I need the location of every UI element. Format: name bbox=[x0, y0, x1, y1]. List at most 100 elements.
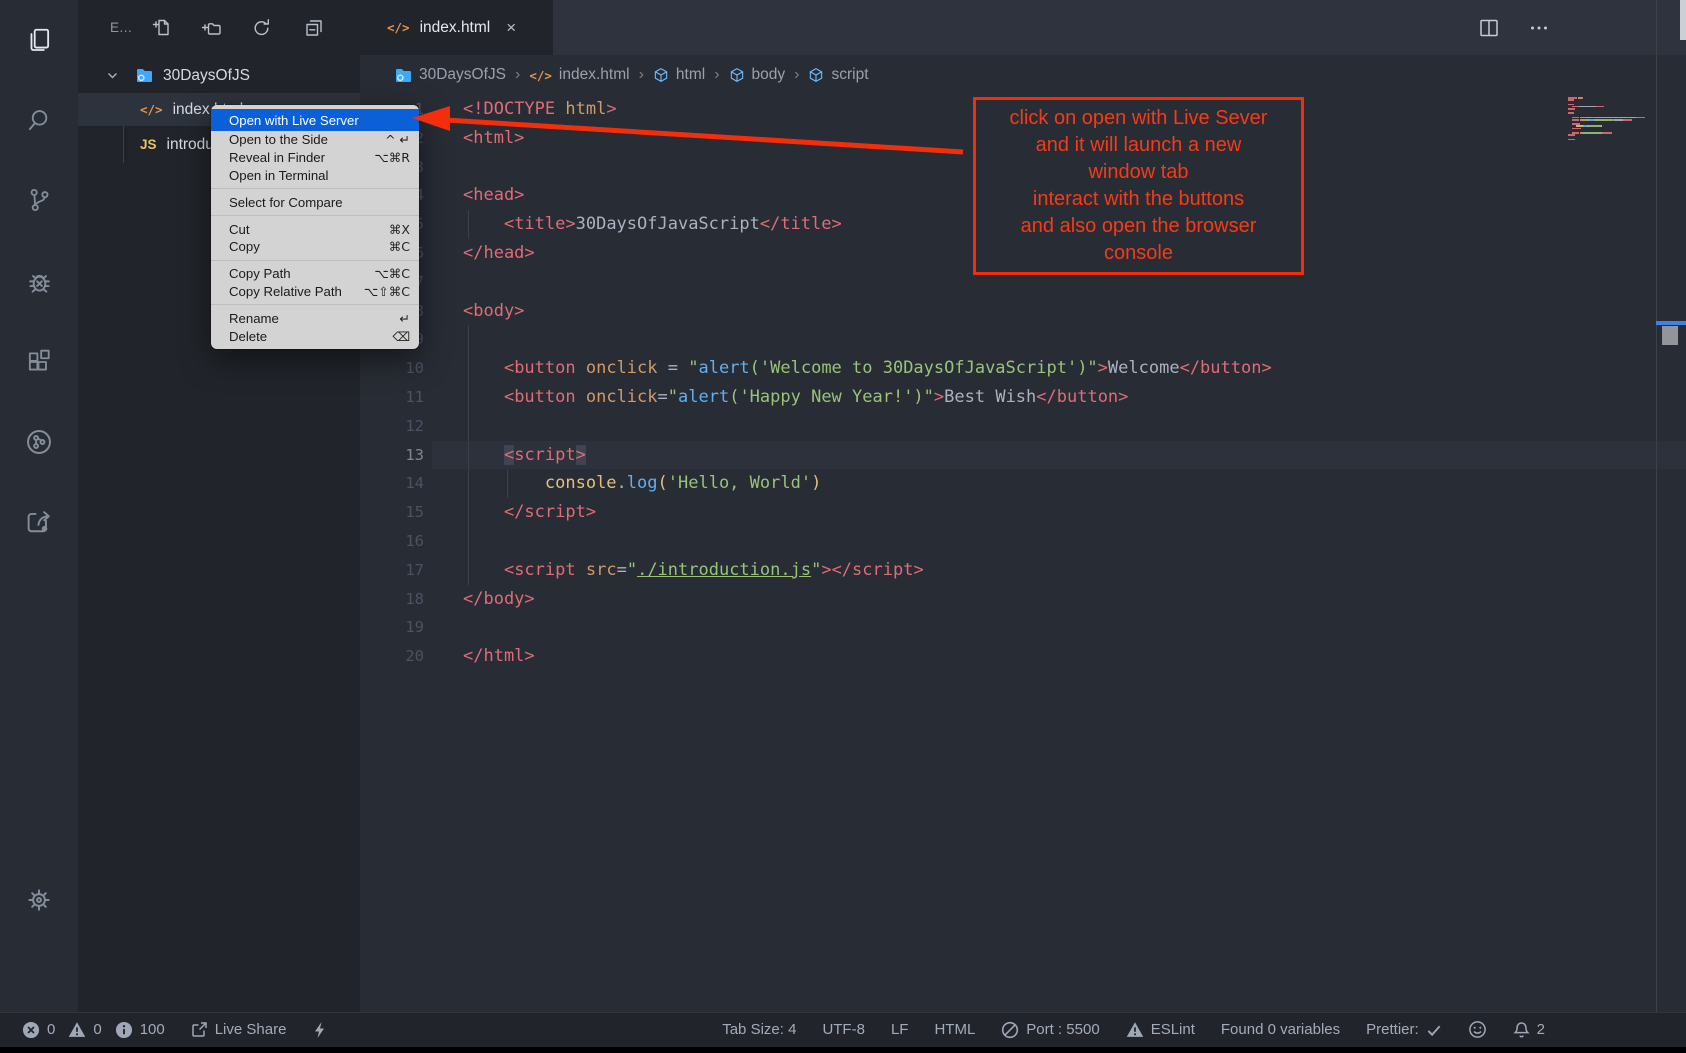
indent-guide bbox=[468, 210, 469, 239]
menu-item-delete[interactable]: Delete⌫ bbox=[211, 327, 419, 345]
live-share-status[interactable]: Live Share bbox=[191, 1021, 287, 1038]
indent-guide bbox=[507, 469, 508, 498]
annotation-line: console bbox=[976, 240, 1301, 267]
js-icon: JS bbox=[140, 137, 157, 152]
code-line: 18</body> bbox=[360, 585, 1656, 614]
activity-bar bbox=[0, 0, 78, 1012]
code-line: 17 <script src="./introduction.js"></scr… bbox=[360, 556, 1656, 585]
code-line: 9 bbox=[360, 325, 1656, 354]
code-line: 12 bbox=[360, 412, 1656, 441]
breadcrumb-separator: › bbox=[714, 66, 719, 84]
symbol-cube-icon bbox=[729, 67, 745, 83]
code-line: 14 console.log('Hello, World') bbox=[360, 469, 1656, 498]
extensions-icon[interactable] bbox=[22, 345, 56, 379]
split-editor-icon[interactable] bbox=[1478, 17, 1500, 39]
tab-size-status[interactable]: Tab Size: 4 bbox=[722, 1021, 796, 1038]
breadcrumb-label: index.html bbox=[559, 66, 630, 84]
vscode-window: { "colors": { "editor_bg": "#282c34", "s… bbox=[0, 0, 1686, 1053]
refresh-icon[interactable] bbox=[248, 14, 274, 40]
folder-row-30daysofjs[interactable]: 30DaysOfJS bbox=[78, 59, 360, 92]
port-status[interactable]: Port : 5500 bbox=[1001, 1021, 1099, 1039]
code-line: 11 <button onclick="alert('Happy New Yea… bbox=[360, 383, 1656, 412]
lightning-icon bbox=[312, 1021, 327, 1039]
menu-item-rename[interactable]: Rename↵ bbox=[211, 309, 419, 327]
search-icon[interactable] bbox=[22, 103, 56, 137]
code-line: 13 <script> bbox=[360, 441, 1656, 470]
breadcrumb-body[interactable]: body bbox=[729, 66, 786, 84]
circle-slash-icon bbox=[1001, 1021, 1019, 1039]
run-debug-icon[interactable] bbox=[22, 265, 56, 299]
menu-separator bbox=[211, 215, 419, 216]
folder-icon bbox=[136, 68, 153, 83]
error-icon bbox=[22, 1021, 40, 1039]
explorer-header: E... bbox=[78, 0, 360, 55]
publish-icon[interactable] bbox=[22, 505, 56, 539]
tab-bar: </> index.html × bbox=[360, 0, 1686, 55]
minimap-line bbox=[1568, 139, 1656, 141]
scrollbar-thumb[interactable] bbox=[1662, 326, 1678, 345]
breadcrumb-separator: › bbox=[639, 66, 644, 84]
encoding-status[interactable]: UTF-8 bbox=[822, 1021, 865, 1038]
smiley-icon bbox=[1468, 1020, 1487, 1039]
menu-item-copy[interactable]: Copy⌘C bbox=[211, 238, 419, 256]
breadcrumb-file[interactable]: </> index.html bbox=[529, 66, 629, 84]
chevron-down-icon bbox=[106, 69, 119, 82]
live-share-icon[interactable] bbox=[22, 425, 56, 459]
new-file-icon[interactable] bbox=[148, 14, 174, 40]
info-count: 100 bbox=[140, 1021, 165, 1038]
menu-item-copy-relative-path[interactable]: Copy Relative Path⌥⇧⌘C bbox=[211, 283, 419, 301]
breadcrumb-html[interactable]: html bbox=[653, 66, 705, 84]
window-bottom-edge bbox=[0, 1047, 1686, 1053]
menu-item-reveal-in-finder[interactable]: Reveal in Finder⌥⌘R bbox=[211, 149, 419, 167]
menu-item-open-in-terminal[interactable]: Open in Terminal bbox=[211, 167, 419, 185]
code-line: 8<body> bbox=[360, 297, 1656, 326]
feedback-status[interactable] bbox=[1468, 1020, 1487, 1039]
breadcrumb-label: 30DaysOfJS bbox=[419, 66, 506, 84]
context-menu: Open with Live Server Open to the Side^ … bbox=[211, 105, 419, 349]
menu-item-open-with-live-server[interactable]: Open with Live Server bbox=[211, 109, 419, 131]
variables-status[interactable]: Found 0 variables bbox=[1221, 1021, 1340, 1038]
settings-gear-icon[interactable] bbox=[22, 883, 56, 917]
eslint-status[interactable]: ESLint bbox=[1126, 1021, 1195, 1039]
menu-item-select-for-compare[interactable]: Select for Compare bbox=[211, 193, 419, 211]
code-line: 16 bbox=[360, 527, 1656, 556]
symbol-cube-icon bbox=[653, 67, 669, 83]
problems-status[interactable]: 0 0 100 bbox=[22, 1021, 165, 1039]
annotation-line: click on open with Live Sever bbox=[976, 105, 1301, 132]
info-icon bbox=[115, 1021, 133, 1039]
status-bar: 0 0 100 Live Share Tab Size: 4 UTF-8 LF … bbox=[0, 1012, 1686, 1053]
source-control-icon[interactable] bbox=[22, 183, 56, 217]
warning-icon bbox=[68, 1021, 86, 1039]
menu-item-cut[interactable]: Cut⌘X bbox=[211, 220, 419, 238]
breadcrumb-folder[interactable]: 30DaysOfJS bbox=[395, 66, 506, 84]
new-folder-icon[interactable] bbox=[198, 14, 224, 40]
scrollbar-artifact bbox=[1680, 0, 1686, 40]
breadcrumb-script[interactable]: script bbox=[808, 66, 868, 84]
lightning-status[interactable] bbox=[312, 1021, 327, 1039]
notifications-status[interactable]: 2 bbox=[1513, 1021, 1545, 1039]
more-actions-icon[interactable] bbox=[1528, 17, 1550, 39]
breadcrumbs: 30DaysOfJS › </> index.html › html › bod… bbox=[360, 55, 1686, 95]
menu-item-open-to-the-side[interactable]: Open to the Side^ ↵ bbox=[211, 131, 419, 149]
folder-icon bbox=[395, 68, 412, 83]
editor-actions bbox=[1478, 0, 1550, 55]
overview-ruler-cursor-marker bbox=[1656, 321, 1686, 325]
minimap[interactable] bbox=[1568, 97, 1656, 141]
tab-index-html[interactable]: </> index.html × bbox=[360, 0, 553, 55]
menu-separator bbox=[211, 188, 419, 189]
overview-ruler bbox=[1656, 0, 1657, 1012]
code-line: 20</html> bbox=[360, 642, 1656, 671]
close-icon[interactable]: × bbox=[506, 18, 516, 38]
html-code-icon: </> bbox=[140, 102, 163, 117]
menu-item-copy-path[interactable]: Copy Path⌥⌘C bbox=[211, 265, 419, 283]
eol-status[interactable]: LF bbox=[891, 1021, 909, 1038]
code-line: 19 bbox=[360, 613, 1656, 642]
explorer-icon[interactable] bbox=[22, 23, 56, 57]
symbol-cube-icon bbox=[808, 67, 824, 83]
language-status[interactable]: HTML bbox=[934, 1021, 975, 1038]
annotation-box: click on open with Live Sever and it wil… bbox=[973, 97, 1304, 275]
collapse-folders-icon[interactable] bbox=[300, 14, 326, 40]
prettier-status[interactable]: Prettier: bbox=[1366, 1021, 1442, 1038]
warning-icon bbox=[1126, 1021, 1144, 1039]
html-code-icon: </> bbox=[529, 68, 552, 83]
